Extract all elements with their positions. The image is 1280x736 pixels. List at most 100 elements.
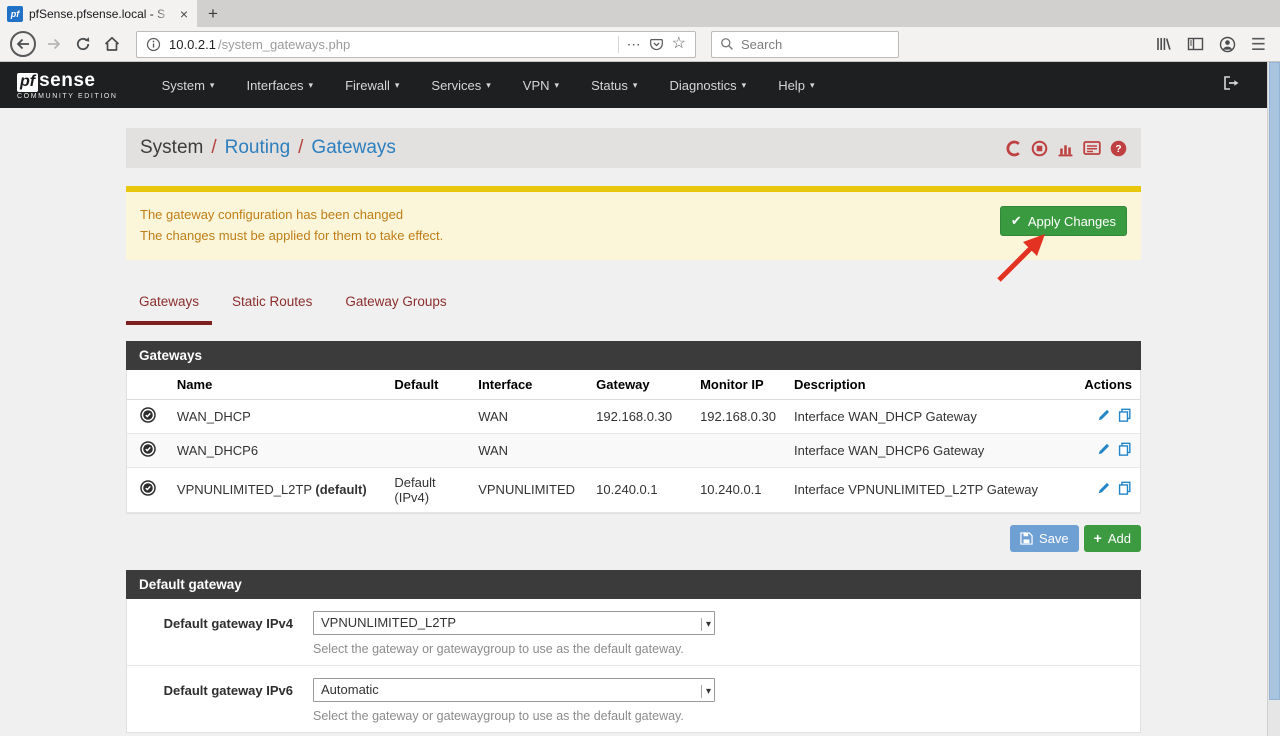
alert-line-1: The gateway configuration has been chang… xyxy=(140,205,1127,226)
edit-pencil-icon[interactable] xyxy=(1097,408,1111,422)
cell-description: Interface WAN_DHCP6 Gateway xyxy=(786,433,1065,467)
routing-tabs: Gateways Static Routes Gateway Groups xyxy=(126,286,1141,325)
page-title-panel: System / Routing / Gateways ? xyxy=(126,128,1141,168)
scrollbar-thumb[interactable] xyxy=(1269,62,1280,700)
gateways-panel-title: Gateways xyxy=(126,341,1141,370)
home-button[interactable] xyxy=(101,33,123,55)
menu-services[interactable]: Services▾ xyxy=(415,62,506,108)
pfsense-navbar: pf sense COMMUNITY EDITION System▾ Inter… xyxy=(0,62,1267,108)
default-gateway-ipv6-row: Default gateway IPv6 Automatic Select th… xyxy=(127,665,1140,732)
url-bar[interactable]: 10.0.2.1/system_gateways.php ⋯ ☆ xyxy=(136,31,696,58)
log-list-icon[interactable] xyxy=(1083,140,1101,156)
tab-gateways[interactable]: Gateways xyxy=(126,286,212,325)
account-icon[interactable] xyxy=(1219,36,1236,53)
default-gateway-ipv4-help: Select the gateway or gatewaygroup to us… xyxy=(313,642,715,656)
column-gateway: Gateway xyxy=(588,370,692,400)
default-gateway-ipv4-select[interactable]: VPNUNLIMITED_L2TP xyxy=(313,611,715,635)
cell-name: WAN_DHCP6 xyxy=(169,433,386,467)
apply-changes-alert: The gateway configuration has been chang… xyxy=(126,186,1141,260)
default-gateway-panel: Default gateway Default gateway IPv4 VPN… xyxy=(126,570,1141,733)
cell-description: Interface WAN_DHCP Gateway xyxy=(786,399,1065,433)
url-path: /system_gateways.php xyxy=(218,37,350,52)
cell-gateway: 192.168.0.30 xyxy=(588,399,692,433)
save-floppy-icon xyxy=(1020,532,1033,545)
new-tab-button[interactable]: + xyxy=(197,0,229,27)
gateway-enabled-icon xyxy=(140,480,156,496)
url-host: 10.0.2.1 xyxy=(169,37,216,52)
gateway-row-wan-dhcp6: WAN_DHCP6 WAN Interface WAN_DHCP6 Gatewa… xyxy=(127,433,1140,467)
cell-name: WAN_DHCP xyxy=(169,399,386,433)
gateway-enabled-icon xyxy=(140,407,156,423)
tab-close-icon[interactable]: × xyxy=(178,7,190,21)
page-actions-icon[interactable]: ⋯ xyxy=(627,37,641,51)
site-info-icon[interactable] xyxy=(146,37,161,52)
menu-help[interactable]: Help▾ xyxy=(762,62,830,108)
logo-sense-text: sense xyxy=(39,70,95,92)
caret-down-icon: ▾ xyxy=(486,80,491,91)
copy-icon[interactable] xyxy=(1118,442,1132,456)
sidebar-icon[interactable] xyxy=(1187,36,1204,52)
search-box[interactable]: Search xyxy=(711,31,899,58)
browser-tab[interactable]: pf pfSense.pfsense.local - S × xyxy=(0,0,197,27)
reload-button[interactable] xyxy=(72,33,94,55)
menu-system[interactable]: System▾ xyxy=(146,62,231,108)
add-gateway-button[interactable]: + Add xyxy=(1084,525,1141,552)
menu-firewall[interactable]: Firewall▾ xyxy=(329,62,415,108)
column-name: Name xyxy=(169,370,386,400)
pocket-icon[interactable] xyxy=(649,37,664,52)
logout-icon xyxy=(1222,75,1239,91)
breadcrumb-system: System xyxy=(140,137,203,159)
breadcrumb-routing-link[interactable]: Routing xyxy=(225,137,291,159)
menu-status[interactable]: Status▾ xyxy=(575,62,653,108)
menu-diagnostics[interactable]: Diagnostics▾ xyxy=(653,62,762,108)
edit-pencil-icon[interactable] xyxy=(1097,442,1111,456)
hamburger-menu-icon[interactable]: ☰ xyxy=(1251,36,1266,53)
pfsense-favicon: pf xyxy=(7,6,23,22)
column-monitor-ip: Monitor IP xyxy=(692,370,786,400)
help-icon[interactable]: ? xyxy=(1110,140,1127,157)
menu-vpn[interactable]: VPN▾ xyxy=(507,62,575,108)
copy-icon[interactable] xyxy=(1118,408,1132,422)
apply-changes-button[interactable]: ✔ Apply Changes xyxy=(1000,206,1127,236)
back-arrow-icon xyxy=(16,38,30,50)
cell-monitor-ip: 192.168.0.30 xyxy=(692,399,786,433)
forward-button[interactable] xyxy=(43,33,65,55)
default-gateway-ipv6-label: Default gateway IPv6 xyxy=(158,678,293,723)
scrollbar[interactable] xyxy=(1267,62,1280,736)
alert-line-2: The changes must be applied for them to … xyxy=(140,226,1127,247)
cell-interface: WAN xyxy=(470,399,588,433)
toolbar-right-icons: ☰ xyxy=(1155,36,1270,53)
copy-icon[interactable] xyxy=(1118,481,1132,495)
menu-interfaces[interactable]: Interfaces▾ xyxy=(230,62,329,108)
save-gateways-button[interactable]: Save xyxy=(1010,525,1079,552)
caret-down-icon: ▾ xyxy=(395,80,400,91)
cell-description: Interface VPNUNLIMITED_L2TP Gateway xyxy=(786,467,1065,512)
pfsense-logo[interactable]: pf sense COMMUNITY EDITION xyxy=(17,70,118,100)
default-gateway-ipv6-help: Select the gateway or gatewaygroup to us… xyxy=(313,709,715,723)
forward-arrow-icon xyxy=(47,38,61,50)
stop-circle-icon[interactable] xyxy=(1031,140,1048,157)
logout-button[interactable] xyxy=(1222,75,1267,96)
breadcrumb-gateways-link[interactable]: Gateways xyxy=(311,137,395,159)
back-button[interactable] xyxy=(10,31,36,57)
column-description: Description xyxy=(786,370,1065,400)
question-glyph: ? xyxy=(1115,144,1121,155)
default-gateway-ipv6-select[interactable]: Automatic xyxy=(313,678,715,702)
breadcrumb-separator: / xyxy=(211,137,216,159)
logo-pf-mark: pf xyxy=(17,73,38,92)
tab-gateway-groups[interactable]: Gateway Groups xyxy=(332,286,459,325)
browser-tab-bar: pf pfSense.pfsense.local - S × + xyxy=(0,0,1280,27)
cell-default xyxy=(386,399,470,433)
url-divider xyxy=(618,36,619,53)
tab-static-routes[interactable]: Static Routes xyxy=(219,286,325,325)
cell-default: Default (IPv4) xyxy=(386,467,470,512)
library-icon[interactable] xyxy=(1155,36,1172,52)
caret-down-icon: ▾ xyxy=(742,80,747,91)
edit-pencil-icon[interactable] xyxy=(1097,481,1111,495)
bookmark-star-icon[interactable]: ☆ xyxy=(672,36,686,52)
column-status xyxy=(127,370,169,400)
caret-down-icon: ▾ xyxy=(555,80,560,91)
bar-chart-icon[interactable] xyxy=(1057,140,1074,157)
refresh-icon[interactable] xyxy=(1005,140,1022,157)
column-default: Default xyxy=(386,370,470,400)
